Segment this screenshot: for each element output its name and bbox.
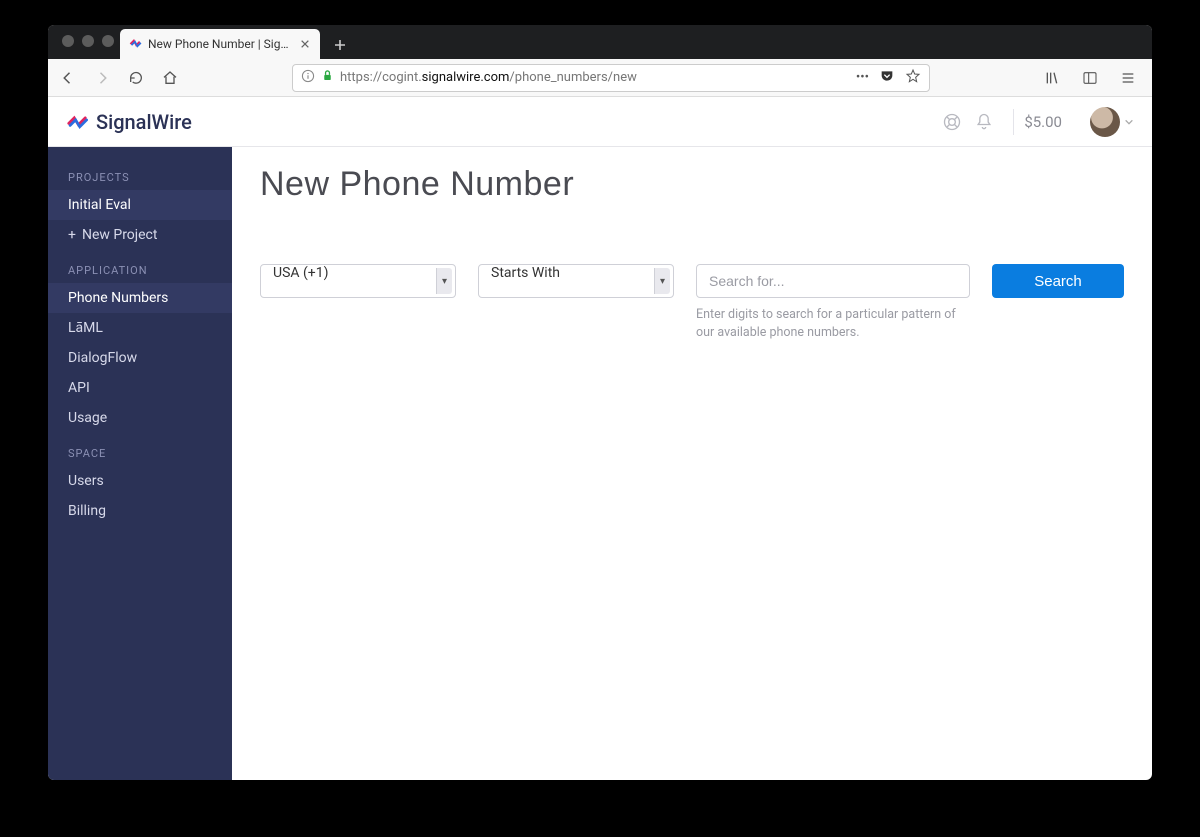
sidebar-section-space: SPACE: [48, 433, 232, 466]
sidebar-item-label: Phone Numbers: [68, 290, 168, 306]
match-select-value: Starts With: [478, 264, 674, 298]
info-icon: [301, 69, 315, 87]
search-help-text: Enter digits to search for a particular …: [696, 306, 966, 342]
sidebar-item-label: DialogFlow: [68, 350, 137, 366]
search-button[interactable]: Search: [992, 264, 1124, 298]
url-text: https://cogint.signalwire.com/phone_numb…: [340, 70, 850, 85]
app-header: SignalWire $5.00: [48, 97, 1152, 147]
page-title: New Phone Number: [260, 165, 1124, 204]
chevron-down-icon: ▾: [654, 268, 670, 294]
sidebar-item-label: Initial Eval: [68, 197, 131, 213]
browser-nav-bar: https://cogint.signalwire.com/phone_numb…: [48, 59, 1152, 97]
sidebar-section-application: APPLICATION: [48, 250, 232, 283]
avatar: [1090, 107, 1120, 137]
balance[interactable]: $5.00: [1013, 109, 1072, 135]
traffic-close-icon[interactable]: [62, 35, 74, 47]
home-button[interactable]: [158, 66, 182, 90]
sidebar-item-laml[interactable]: LāML: [48, 313, 232, 343]
sidebar-item-phone-numbers[interactable]: Phone Numbers: [48, 283, 232, 313]
country-select[interactable]: USA (+1) ▾: [260, 264, 456, 298]
sidebar-item-new-project[interactable]: + New Project: [48, 220, 232, 250]
lock-icon: [321, 69, 334, 86]
back-button[interactable]: [56, 66, 80, 90]
country-select-value: USA (+1): [260, 264, 456, 298]
sidebar-item-label: New Project: [82, 227, 158, 243]
sidebar-item-billing[interactable]: Billing: [48, 496, 232, 526]
library-icon[interactable]: [1040, 66, 1064, 90]
url-bar[interactable]: https://cogint.signalwire.com/phone_numb…: [292, 64, 930, 92]
notifications-icon[interactable]: [973, 111, 995, 133]
bookmark-star-icon[interactable]: [905, 68, 921, 88]
sidebar-item-users[interactable]: Users: [48, 466, 232, 496]
sidebar-item-label: Usage: [68, 410, 107, 426]
more-dots-icon[interactable]: •••: [856, 70, 869, 85]
traffic-max-icon[interactable]: [102, 35, 114, 47]
menu-icon[interactable]: [1116, 66, 1140, 90]
search-input[interactable]: [696, 264, 970, 298]
sidebar-item-label: LāML: [68, 320, 103, 336]
account-menu[interactable]: [1090, 107, 1134, 137]
brand[interactable]: SignalWire: [66, 110, 192, 134]
brand-name: SignalWire: [96, 110, 192, 134]
sidebar-item-api[interactable]: API: [48, 373, 232, 403]
main-content: New Phone Number USA (+1) ▾ Starts With …: [232, 147, 1152, 780]
traffic-min-icon[interactable]: [82, 35, 94, 47]
help-icon[interactable]: [941, 111, 963, 133]
match-type-select[interactable]: Starts With ▾: [478, 264, 674, 298]
sidebar-item-dialogflow[interactable]: DialogFlow: [48, 343, 232, 373]
browser-tab-title: New Phone Number | SignalWir: [148, 37, 292, 51]
tab-close-icon[interactable]: [298, 37, 312, 51]
brand-logo-icon: [66, 111, 88, 133]
search-form: USA (+1) ▾ Starts With ▾ Enter digits to…: [260, 264, 1124, 342]
sidebar-item-label: Users: [68, 473, 104, 489]
sidebar-section-projects: PROJECTS: [48, 157, 232, 190]
sidebar-item-usage[interactable]: Usage: [48, 403, 232, 433]
favicon-icon: [128, 37, 142, 51]
plus-icon: +: [68, 227, 76, 243]
sidebar-toggle-icon[interactable]: [1078, 66, 1102, 90]
browser-tab-bar: New Phone Number | SignalWir: [48, 25, 1152, 59]
sidebar-item-label: Billing: [68, 503, 106, 519]
sidebar-item-initial-eval[interactable]: Initial Eval: [48, 190, 232, 220]
sidebar: PROJECTS Initial Eval + New Project APPLI…: [48, 147, 232, 780]
chevron-down-icon: [1124, 112, 1134, 131]
browser-tab[interactable]: New Phone Number | SignalWir: [120, 29, 320, 59]
forward-button[interactable]: [90, 66, 114, 90]
sidebar-item-label: API: [68, 380, 90, 396]
pocket-icon[interactable]: [879, 68, 895, 88]
new-tab-button[interactable]: [326, 31, 354, 59]
traffic-lights: [62, 35, 114, 47]
chevron-down-icon: ▾: [436, 268, 452, 294]
reload-button[interactable]: [124, 66, 148, 90]
